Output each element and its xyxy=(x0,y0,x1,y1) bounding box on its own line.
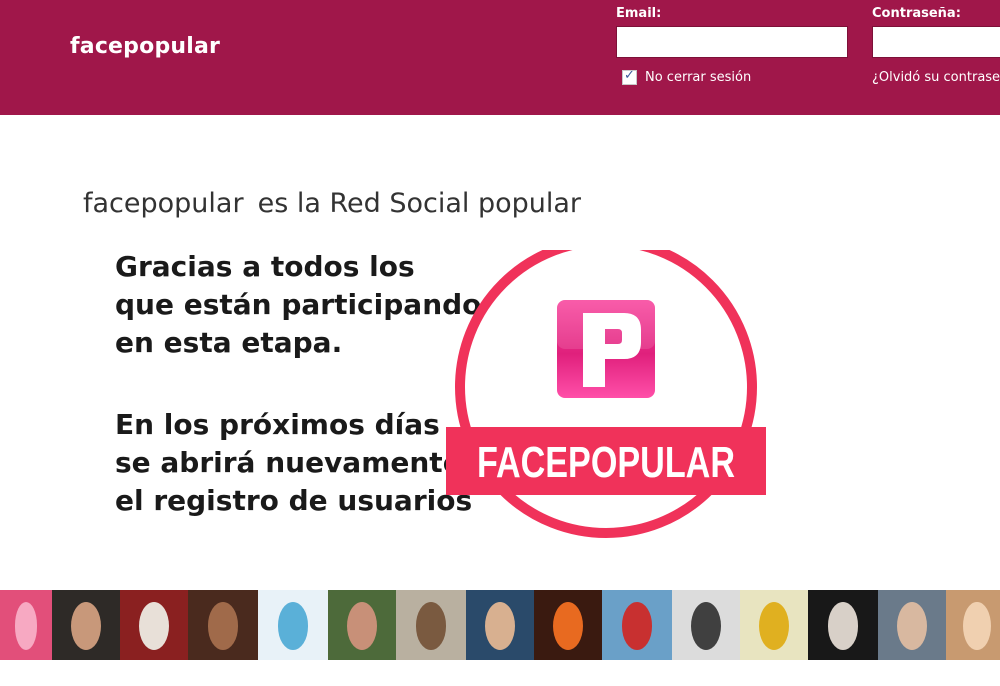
man-long-hair-photo[interactable] xyxy=(52,590,120,660)
message-line: el registro de usuarios xyxy=(115,484,473,517)
password-label: Contraseña: xyxy=(872,6,961,21)
foro-banner-photo[interactable] xyxy=(258,590,328,660)
photo-subject xyxy=(139,602,169,650)
photo-subject xyxy=(14,602,38,650)
photo-subject xyxy=(277,602,309,650)
password-input[interactable] xyxy=(872,26,1000,58)
message-line: en esta etapa. xyxy=(115,326,343,359)
keep-logged-in-label[interactable]: No cerrar sesión xyxy=(645,70,751,85)
brand-logo[interactable]: facepopular xyxy=(70,34,220,59)
photo-subject xyxy=(621,602,653,650)
message-line: En los próximos días xyxy=(115,408,440,441)
header-bar: facepopular Email: Contraseña: No cerrar… xyxy=(0,0,1000,115)
tagline: facepopular es la Red Social popular xyxy=(83,188,581,219)
beach-photo[interactable] xyxy=(602,590,672,660)
keep-logged-in-checkbox[interactable] xyxy=(622,68,637,85)
photo-subject xyxy=(553,602,583,650)
photo-subject xyxy=(963,602,991,650)
photo-subject xyxy=(207,602,239,650)
tagline-brand: facepopular xyxy=(83,188,244,219)
photo-subject xyxy=(897,602,927,650)
guitar-player-photo[interactable] xyxy=(396,590,466,660)
man-shouting-photo[interactable] xyxy=(878,590,946,660)
woman-dark-hair-photo[interactable] xyxy=(808,590,878,660)
forgot-password-link[interactable]: ¿Olvidó su contrase xyxy=(872,70,1000,85)
man-white-shirt-photo[interactable] xyxy=(120,590,188,660)
registration-message: En los próximos días se abrirá nuevament… xyxy=(115,406,472,520)
photo-subject xyxy=(691,602,721,650)
member-photo-strip xyxy=(0,590,1000,660)
photo-subject xyxy=(347,602,377,650)
logo-text: FACEPOPULAR xyxy=(477,438,735,487)
pink-flower-photo[interactable] xyxy=(0,590,52,660)
photo-subject xyxy=(827,602,859,650)
keep-logged-in[interactable]: No cerrar sesión xyxy=(622,68,751,85)
message-line: que están participando xyxy=(115,288,482,321)
email-input[interactable] xyxy=(616,26,848,58)
caricature-photo[interactable] xyxy=(740,590,808,660)
message-line: Gracias a todos los xyxy=(115,250,415,283)
tagline-text: es la Red Social popular xyxy=(257,188,582,219)
photo-subject xyxy=(71,602,101,650)
photo-subject xyxy=(415,602,447,650)
photo-subject xyxy=(485,602,515,650)
photo-subject xyxy=(759,602,789,650)
facepopular-logo: FACEPOPULAR xyxy=(446,250,766,538)
man-bearded-photo[interactable] xyxy=(188,590,258,660)
woman-blonde-photo[interactable] xyxy=(946,590,1000,660)
thanks-message: Gracias a todos los que están participan… xyxy=(115,248,481,362)
message-line: se abrirá nuevamente xyxy=(115,446,462,479)
man-green-photo[interactable] xyxy=(328,590,396,660)
man-round-face-photo[interactable] xyxy=(466,590,534,660)
fire-stage-photo[interactable] xyxy=(534,590,602,660)
woman-bw-photo[interactable] xyxy=(672,590,740,660)
email-label: Email: xyxy=(616,6,662,21)
